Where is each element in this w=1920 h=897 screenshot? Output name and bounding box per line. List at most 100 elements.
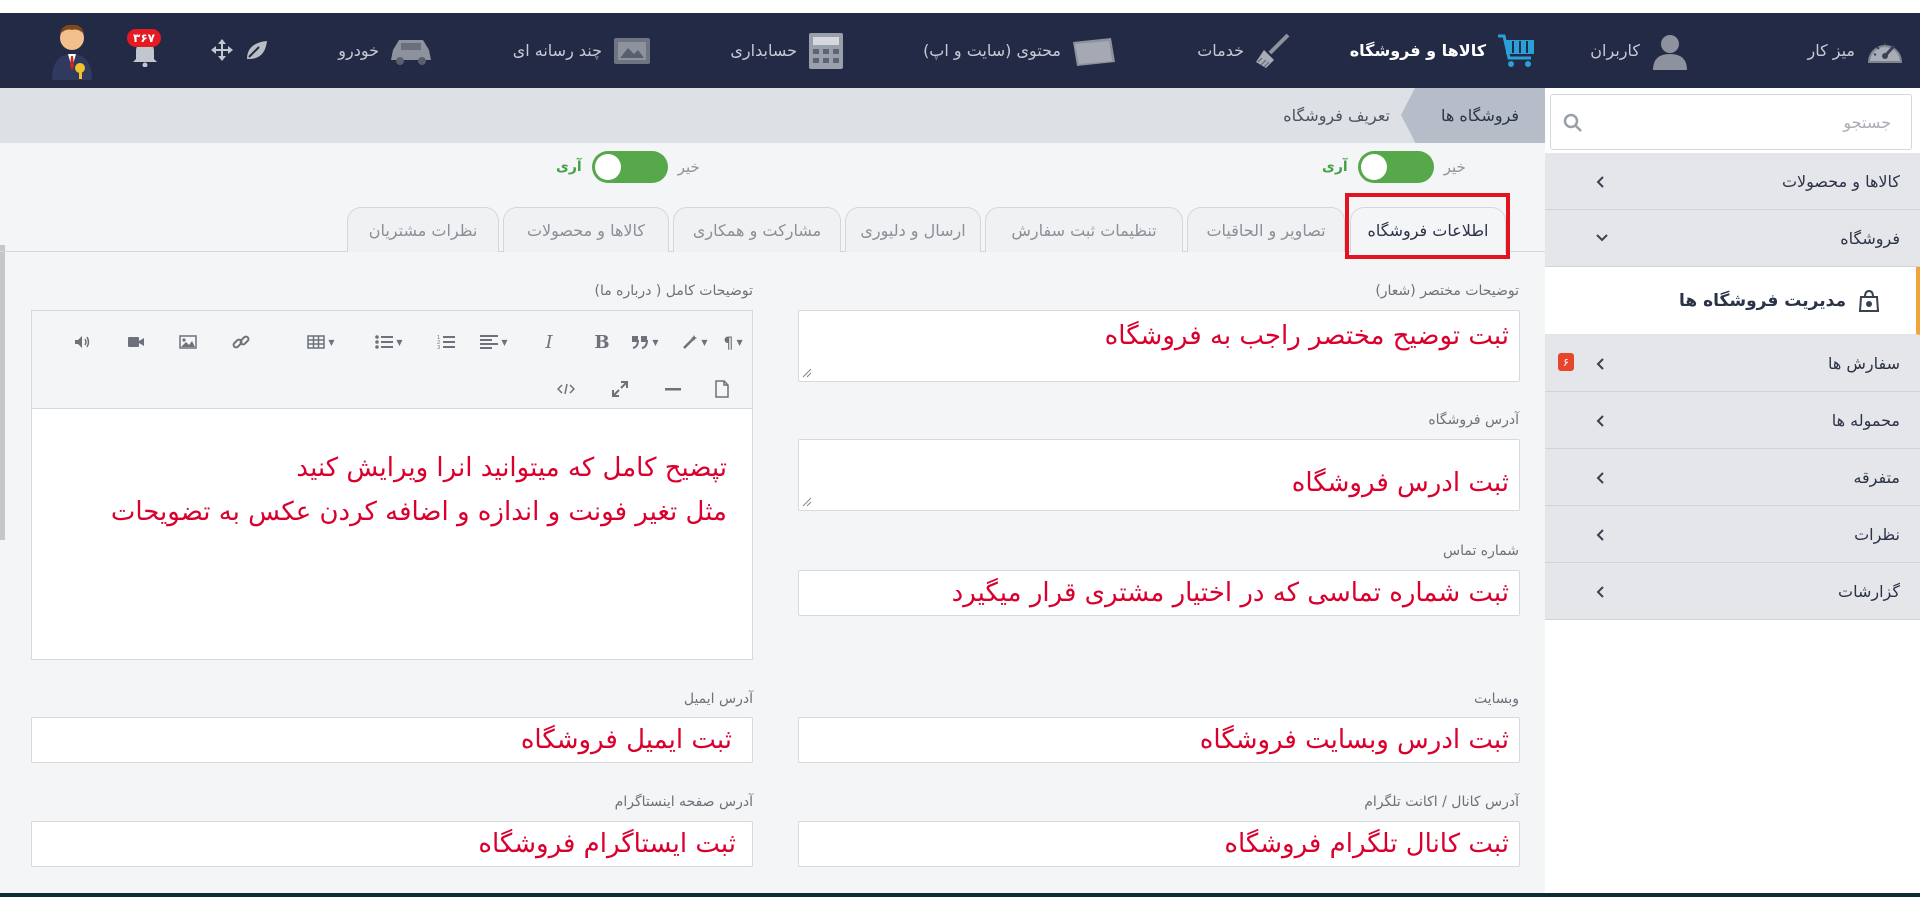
notification-bell[interactable]: ۳۶۷: [127, 29, 164, 71]
telegram-value: ثبت کانال تلگرام فروشگاه: [1224, 829, 1509, 859]
sidebar-item-reports[interactable]: گزارشات: [1545, 563, 1920, 620]
telegram-field[interactable]: ثبت کانال تلگرام فروشگاه: [798, 821, 1520, 867]
orders-badge: ۶: [1558, 353, 1574, 371]
sidebar-item-label: کالاها و محصولات: [1781, 171, 1900, 191]
tab-delivery[interactable]: ارسال و دلیوری: [845, 207, 981, 252]
chevron-left-icon: [1596, 176, 1604, 188]
paragraph-icon[interactable]: ¶ ▼: [718, 327, 748, 357]
editor-toolbar: ¶ ▼ ▼ ▼ B I ▼ 123 ▼ ▼: [32, 311, 752, 409]
nav-item-services[interactable]: خدمات: [1197, 13, 1292, 88]
scrollbar[interactable]: [0, 245, 5, 540]
nav-item-accounting[interactable]: حسابداری: [730, 13, 845, 88]
email-value: ثبت ایمیل فروشگاه: [520, 725, 732, 755]
avatar[interactable]: [48, 22, 96, 80]
audio-icon[interactable]: [66, 327, 100, 357]
table-icon[interactable]: ▼: [297, 327, 345, 357]
email-label: آدرس ایمیل: [683, 691, 753, 707]
sidebar-item-comments[interactable]: نظرات: [1545, 506, 1920, 563]
store-bag-icon: [1858, 289, 1880, 312]
sidebar-item-goods-products[interactable]: کالاها و محصولات: [1545, 153, 1920, 210]
video-icon[interactable]: [119, 327, 153, 357]
chevron-left-icon: [1596, 529, 1604, 541]
bottom-strip: [0, 893, 1920, 897]
address-label: آدرس فروشگاه: [1428, 412, 1519, 428]
sidebar-item-label: نظرات: [1854, 524, 1900, 544]
instagram-label: آدرس صفحه اینستاگرام: [614, 794, 753, 810]
resize-handle-icon[interactable]: [802, 368, 812, 378]
tab-customer-comments[interactable]: نظرات مشتریان: [347, 207, 499, 252]
svg-text:3: 3: [437, 345, 440, 350]
align-icon[interactable]: ▼: [472, 327, 516, 357]
nav-item-users[interactable]: کاربران: [1590, 13, 1690, 88]
editor-line: تپضیح کامل که میتوانید انرا ویرایش کنید: [296, 453, 727, 483]
toggle-yes-label: آری: [556, 159, 582, 175]
leaf-icon[interactable]: [245, 39, 269, 61]
magic-icon[interactable]: ▼: [676, 327, 714, 357]
hr-icon[interactable]: [656, 374, 690, 404]
user-icon: [1653, 34, 1687, 70]
website-field[interactable]: ثبت ادرس وبسایت فروشگاه: [798, 717, 1520, 763]
breadcrumb-stores[interactable]: فروشگاه ها: [1401, 88, 1545, 143]
code-icon[interactable]: [549, 374, 583, 404]
instagram-value: ثبت ایستاگرام فروشگاه: [478, 829, 736, 859]
media-icon: [614, 37, 650, 64]
move-icon[interactable]: [210, 38, 234, 62]
chevron-left-icon: [1596, 358, 1604, 370]
top-navbar: میز کار کاربران کالاها و فروشگاه خدمات م…: [0, 13, 1920, 88]
phone-field[interactable]: ثبت شماره تماسی که در اختیار مشتری قرار …: [798, 570, 1520, 616]
toggle-switch[interactable]: [591, 151, 668, 183]
sidebar-item-manage-stores[interactable]: مدیریت فروشگاه ها: [1545, 267, 1920, 335]
telegram-label: آدرس کانال / اکانت تلگرام: [1364, 794, 1519, 810]
bold-icon[interactable]: B: [585, 327, 619, 357]
toggle-switch[interactable]: [1357, 151, 1434, 183]
broom-icon: [1256, 33, 1290, 68]
image-icon[interactable]: [171, 327, 205, 357]
quote-icon[interactable]: ▼: [624, 327, 666, 357]
chevron-left-icon: [1596, 586, 1604, 598]
fullscreen-icon[interactable]: [603, 374, 637, 404]
sidebar-item-label: گزارشات: [1838, 581, 1900, 601]
toggle-no-label: خیر: [1443, 158, 1466, 176]
rich-text-editor: ¶ ▼ ▼ ▼ B I ▼ 123 ▼ ▼ تپضیح کامل که میتو…: [31, 310, 753, 660]
nav-item-goods-store[interactable]: کالاها و فروشگاه: [1350, 13, 1538, 88]
short-desc-label: توضیحات مختصر (شعار): [1375, 283, 1519, 299]
toggle-active-2: خیر آری: [556, 151, 700, 183]
sidebar-menu: کالاها و محصولات فروشگاه مدیریت فروشگاه …: [1545, 153, 1920, 620]
nav-item-car[interactable]: خودرو: [338, 13, 433, 88]
nav-item-content[interactable]: محتوی (سایت و اپ): [923, 13, 1117, 88]
email-field[interactable]: ثبت ایمیل فروشگاه: [31, 717, 753, 763]
editor-content[interactable]: تپضیح کامل که میتوانید انرا ویرایش کنید …: [111, 446, 727, 534]
sidebar-item-label: سفارش ها: [1827, 353, 1900, 373]
top-strip: [0, 0, 1920, 13]
tab-products[interactable]: کالاها و محصولات: [503, 207, 669, 252]
instagram-field[interactable]: ثبت ایستاگرام فروشگاه: [31, 821, 753, 867]
file-icon[interactable]: [705, 374, 739, 404]
highlight-frame: [1345, 193, 1510, 259]
nav-item-multimedia[interactable]: چند رسانه ای: [513, 13, 652, 88]
italic-icon[interactable]: I: [532, 327, 566, 357]
unordered-list-icon[interactable]: ▼: [365, 327, 413, 357]
sidebar-item-misc[interactable]: متفرقه: [1545, 449, 1920, 506]
tab-images[interactable]: تصاویر و الحاقیات: [1187, 207, 1345, 252]
toggle-yes-label: آری: [1322, 159, 1348, 175]
sidebar-item-label: مدیریت فروشگاه ها: [1679, 290, 1846, 311]
sidebar-item-store[interactable]: فروشگاه: [1545, 210, 1920, 267]
short-desc-field[interactable]: ثبت توضیح مختصر راجب به فروشگاه: [798, 310, 1520, 382]
full-desc-label: توضیحات کامل ( درباره ما): [594, 283, 754, 299]
address-field[interactable]: ثبت ادرس فروشگاه: [798, 439, 1520, 511]
search-input[interactable]: [1591, 95, 1901, 149]
sidebar-item-orders[interactable]: ۶ سفارش ها: [1545, 335, 1920, 392]
resize-handle-icon[interactable]: [802, 497, 812, 507]
chevron-left-icon: [1596, 472, 1604, 484]
cart-icon: [1498, 34, 1534, 67]
link-icon[interactable]: [224, 327, 258, 357]
ordered-list-icon[interactable]: 123: [429, 327, 463, 357]
tab-partnership[interactable]: مشارکت و همکاری: [673, 207, 841, 252]
toggle-no-label: خیر: [677, 158, 700, 176]
nav-item-dashboard[interactable]: میز کار: [1807, 13, 1905, 88]
search-icon[interactable]: [1563, 113, 1583, 133]
sidebar-item-label: فروشگاه: [1840, 228, 1900, 248]
calculator-icon: [809, 32, 843, 69]
sidebar-item-shipments[interactable]: محموله ها: [1545, 392, 1920, 449]
tab-order-settings[interactable]: تنظیمات ثبت سفارش: [985, 207, 1183, 252]
